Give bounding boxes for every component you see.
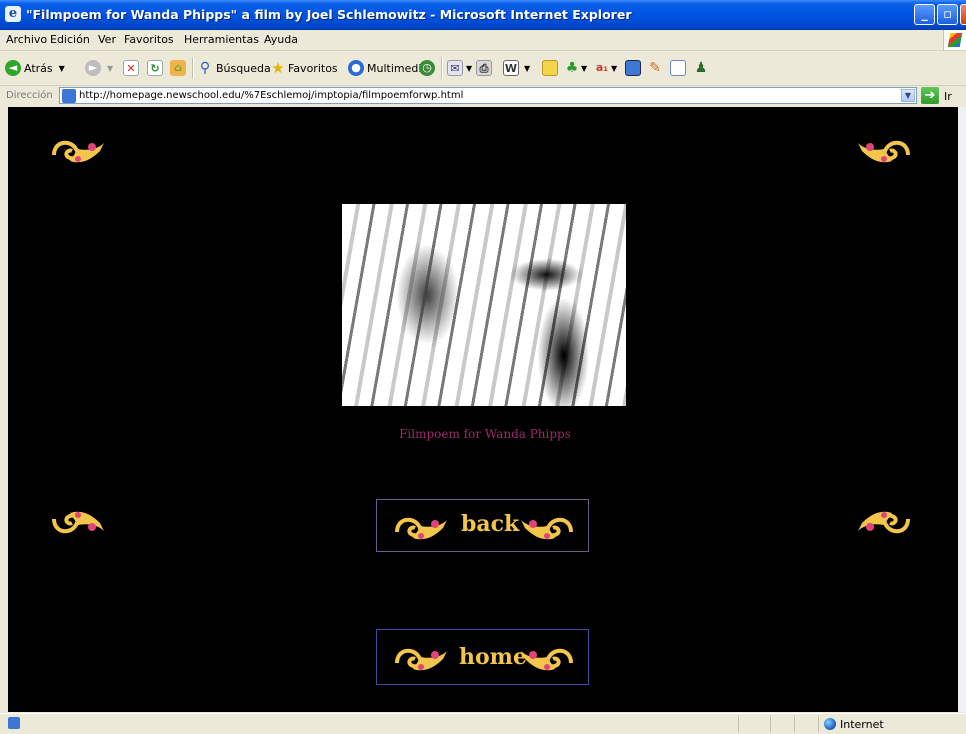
- tool-button-2[interactable]: ✎: [647, 59, 663, 77]
- home-link-button[interactable]: home: [376, 629, 589, 685]
- minimize-button[interactable]: _: [914, 4, 935, 25]
- tool-icon: ✎: [649, 60, 661, 76]
- mail-dropdown-icon: ▼: [466, 63, 473, 73]
- menu-archivo[interactable]: Archivo: [6, 33, 47, 46]
- address-label: Dirección: [6, 90, 53, 101]
- maximize-button[interactable]: ▫: [937, 4, 958, 25]
- home-icon: ⌂: [170, 60, 186, 76]
- go-arrow-icon[interactable]: ➔: [921, 87, 939, 104]
- messenger-button[interactable]: ♣ ▼: [564, 59, 587, 77]
- internet-zone-label: Internet: [840, 718, 884, 731]
- menu-bar: Archivo Edición Ver Favoritos Herramient…: [0, 30, 966, 51]
- ornament-top-right-icon: [858, 140, 910, 163]
- person-icon: ♟: [694, 60, 708, 76]
- refresh-icon: ↻: [147, 60, 163, 76]
- title-bar: e "Filmpoem for Wanda Phipps" a film by …: [0, 0, 966, 30]
- menu-favoritos[interactable]: Favoritos: [124, 33, 174, 46]
- film-title[interactable]: Filmpoem for Wanda Phipps: [350, 427, 620, 441]
- forward-arrow-icon: ►: [85, 60, 101, 76]
- translate-dropdown-icon: ▼: [611, 63, 618, 73]
- menu-edicion[interactable]: Edición: [50, 33, 90, 46]
- status-bar: Internet: [0, 713, 966, 734]
- back-label: Atrás: [24, 61, 53, 75]
- back-link-button[interactable]: back: [376, 499, 589, 552]
- go-button[interactable]: Ir: [944, 90, 952, 103]
- ie-window-icon[interactable]: e: [5, 6, 21, 22]
- address-bar: Dirección http://homepage.newschool.edu/…: [0, 86, 966, 106]
- window-icon: [625, 60, 641, 76]
- discuss-button[interactable]: [542, 59, 558, 77]
- back-arrow-icon: ◄: [5, 60, 21, 76]
- toolbar: ◄ Atrás ▼ ► ▼ ✕ ↻ ⌂ ⚲ Búsqueda ★ Favorit…: [0, 51, 966, 86]
- menu-ver[interactable]: Ver: [98, 33, 116, 46]
- ornament-mid-left-icon: [52, 511, 104, 534]
- ornament-mid-right-icon: [858, 511, 910, 534]
- media-button[interactable]: ● Multimedia: [348, 59, 428, 77]
- search-icon: ⚲: [199, 60, 211, 76]
- search-button[interactable]: ⚲ Búsqueda: [197, 59, 271, 77]
- forward-dropdown-icon[interactable]: ▼: [107, 64, 113, 73]
- forward-button[interactable]: ► ▼: [85, 59, 113, 77]
- tool-button-1[interactable]: [625, 59, 641, 77]
- back-left-ornament-icon: [395, 517, 447, 540]
- favorites-label: Favoritos: [288, 61, 338, 75]
- home-right-ornament-icon: [521, 648, 573, 671]
- close-button[interactable]: ✕: [960, 4, 966, 25]
- windows-logo-icon: [943, 30, 966, 50]
- back-button[interactable]: ◄ Atrás ▼: [5, 59, 65, 77]
- mail-button[interactable]: ✉ ▼: [447, 59, 472, 77]
- ornament-top-left-icon: [52, 140, 104, 163]
- messenger-icon: ♣: [565, 60, 579, 76]
- history-icon: ◷: [419, 60, 435, 76]
- refresh-button[interactable]: ↻: [147, 59, 163, 77]
- edit-icon: W: [503, 60, 519, 76]
- favorites-button[interactable]: ★ Favoritos: [270, 59, 338, 77]
- copy-icon: [670, 60, 686, 76]
- page-content: Filmpoem for Wanda Phipps back home: [8, 107, 958, 712]
- edit-dropdown-icon: ▼: [524, 63, 531, 73]
- address-dropdown-icon[interactable]: ▼: [901, 89, 915, 102]
- tool-button-4[interactable]: ♟: [693, 59, 709, 77]
- translate-button[interactable]: a₁ ▼: [594, 59, 617, 77]
- media-icon: ●: [348, 60, 364, 76]
- address-url[interactable]: http://homepage.newschool.edu/%7Eschlemo…: [79, 90, 463, 101]
- search-label: Búsqueda: [216, 61, 271, 75]
- home-left-ornament-icon: [395, 648, 447, 671]
- menu-herramientas[interactable]: Herramientas: [184, 33, 259, 46]
- vertical-scrollbar[interactable]: [958, 107, 966, 712]
- back-dropdown-icon[interactable]: ▼: [59, 64, 65, 73]
- film-still-image: [342, 204, 626, 406]
- back-right-ornament-icon: [521, 517, 573, 540]
- address-input[interactable]: http://homepage.newschool.edu/%7Eschlemo…: [59, 87, 917, 104]
- note-icon: [542, 60, 558, 76]
- stop-icon: ✕: [123, 60, 139, 76]
- internet-zone: Internet: [824, 718, 884, 731]
- menu-ayuda[interactable]: Ayuda: [264, 33, 298, 46]
- mail-icon: ✉: [447, 60, 463, 76]
- edit-button[interactable]: W ▼: [503, 59, 530, 77]
- translate-icon: a₁: [595, 61, 609, 74]
- stop-button[interactable]: ✕: [123, 59, 139, 77]
- print-icon: ⎙: [476, 60, 492, 76]
- home-toolbar-button[interactable]: ⌂: [170, 59, 186, 77]
- star-icon: ★: [271, 59, 285, 77]
- window-title: "Filmpoem for Wanda Phipps" a film by Jo…: [26, 7, 632, 22]
- messenger-dropdown-icon: ▼: [581, 63, 588, 73]
- print-button[interactable]: ⎙: [476, 59, 492, 77]
- globe-icon: [824, 718, 836, 730]
- tool-button-3[interactable]: [670, 59, 686, 77]
- history-button[interactable]: ◷: [419, 59, 435, 77]
- page-icon: [62, 89, 76, 103]
- status-page-icon: [8, 717, 20, 729]
